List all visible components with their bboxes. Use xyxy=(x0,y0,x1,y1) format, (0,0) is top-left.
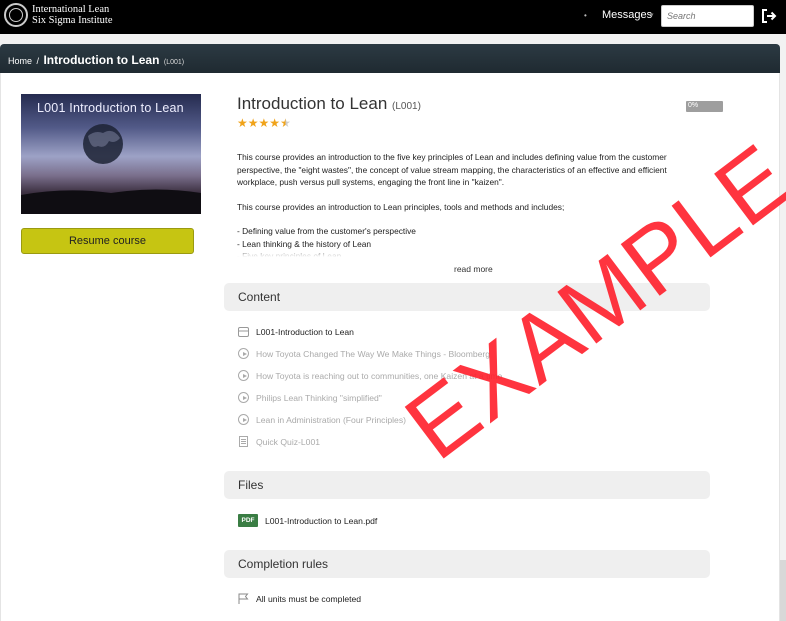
breadcrumb-separator: / xyxy=(36,56,39,66)
file-item[interactable]: PDF L001-Introduction to Lean.pdf xyxy=(238,514,377,527)
seal-icon xyxy=(4,3,28,27)
breadcrumb-current: Introduction to Lean xyxy=(43,53,160,67)
chevron-down-icon[interactable]: ▾ xyxy=(650,11,654,19)
logo-text: International Lean Six Sigma Institute xyxy=(32,4,113,26)
content-item[interactable]: How Toyota Changed The Way We Make Thing… xyxy=(238,348,490,359)
completion-rule-label: All units must be completed xyxy=(256,593,362,604)
logo-line-1: International Lean xyxy=(32,4,110,15)
course-image: L001 Introduction to Lean xyxy=(21,94,201,214)
star-icon: ★ xyxy=(237,116,248,130)
module-icon xyxy=(238,326,249,337)
play-icon xyxy=(238,370,249,381)
content-item-label: How Toyota Changed The Way We Make Thing… xyxy=(256,348,491,359)
completion-rule: All units must be completed xyxy=(238,593,361,604)
content-item[interactable]: Philips Lean Thinking "simplified" xyxy=(238,392,382,403)
content-item[interactable]: How Toyota is reaching out to communitie… xyxy=(238,370,502,381)
content-item-label: How Toyota is reaching out to communitie… xyxy=(256,370,503,381)
course-code: (L001) xyxy=(392,101,421,112)
breadcrumb-home-link[interactable]: Home xyxy=(8,56,32,66)
search-input[interactable] xyxy=(661,5,754,27)
content-item-label: Philips Lean Thinking "simplified" xyxy=(256,392,382,403)
logout-icon[interactable] xyxy=(760,7,778,25)
course-description: This course provides an introduction to … xyxy=(237,151,707,257)
play-icon xyxy=(238,414,249,425)
star-icon: ★ xyxy=(269,116,281,130)
resume-course-button[interactable]: Resume course xyxy=(21,228,194,254)
description-paragraph: This course provides an introduction to … xyxy=(237,201,565,212)
file-item-label: L001-Introduction to Lean.pdf xyxy=(265,515,378,526)
flag-icon xyxy=(238,593,249,604)
breadcrumb-code: (L001) xyxy=(163,59,185,66)
star-icon: ★ xyxy=(258,116,270,130)
files-section-header: Files xyxy=(224,471,710,499)
play-icon xyxy=(238,348,249,359)
half-star-icon: ★ xyxy=(280,116,291,130)
star-icon: ★ xyxy=(247,116,259,130)
progress-label: 0% xyxy=(688,102,699,109)
content-item[interactable]: Lean in Administration (Four Principles) xyxy=(238,414,406,425)
breadcrumb: Home / Introduction to Lean (L001) xyxy=(0,44,780,73)
content-item-label: Lean in Administration (Four Principles) xyxy=(256,414,406,425)
logo-line-2: Six Sigma Institute xyxy=(32,15,113,26)
course-title: Introduction to Lean (L001) xyxy=(237,94,421,114)
quiz-icon xyxy=(238,436,249,447)
content-item-label: Quick Quiz-L001 xyxy=(256,436,321,447)
rating-stars: ★ ★ ★ ★ ★ xyxy=(237,117,291,129)
pdf-icon: PDF xyxy=(238,514,258,527)
content-item-label: L001-Introduction to Lean xyxy=(256,326,354,337)
course-title-text: Introduction to Lean xyxy=(237,94,388,113)
content-item[interactable]: Quick Quiz-L001 xyxy=(238,436,320,447)
institute-logo[interactable]: International Lean Six Sigma Institute xyxy=(4,3,113,27)
course-image-title: L001 Introduction to Lean xyxy=(37,101,184,115)
content-item[interactable]: L001-Introduction to Lean xyxy=(238,326,354,337)
completion-rules-header: Completion rules xyxy=(224,550,710,578)
play-icon xyxy=(238,392,249,403)
progress-bar: 0% xyxy=(686,101,723,112)
description-paragraph: This course provides an introduction to … xyxy=(237,152,667,187)
scrollbar[interactable] xyxy=(780,560,786,621)
messages-link[interactable]: Messages xyxy=(602,9,652,21)
top-bar: International Lean Six Sigma Institute •… xyxy=(0,0,786,34)
read-more-link[interactable]: read more xyxy=(454,264,493,274)
content-section-header: Content xyxy=(224,283,710,311)
nav-dot-icon[interactable]: • xyxy=(584,11,587,20)
